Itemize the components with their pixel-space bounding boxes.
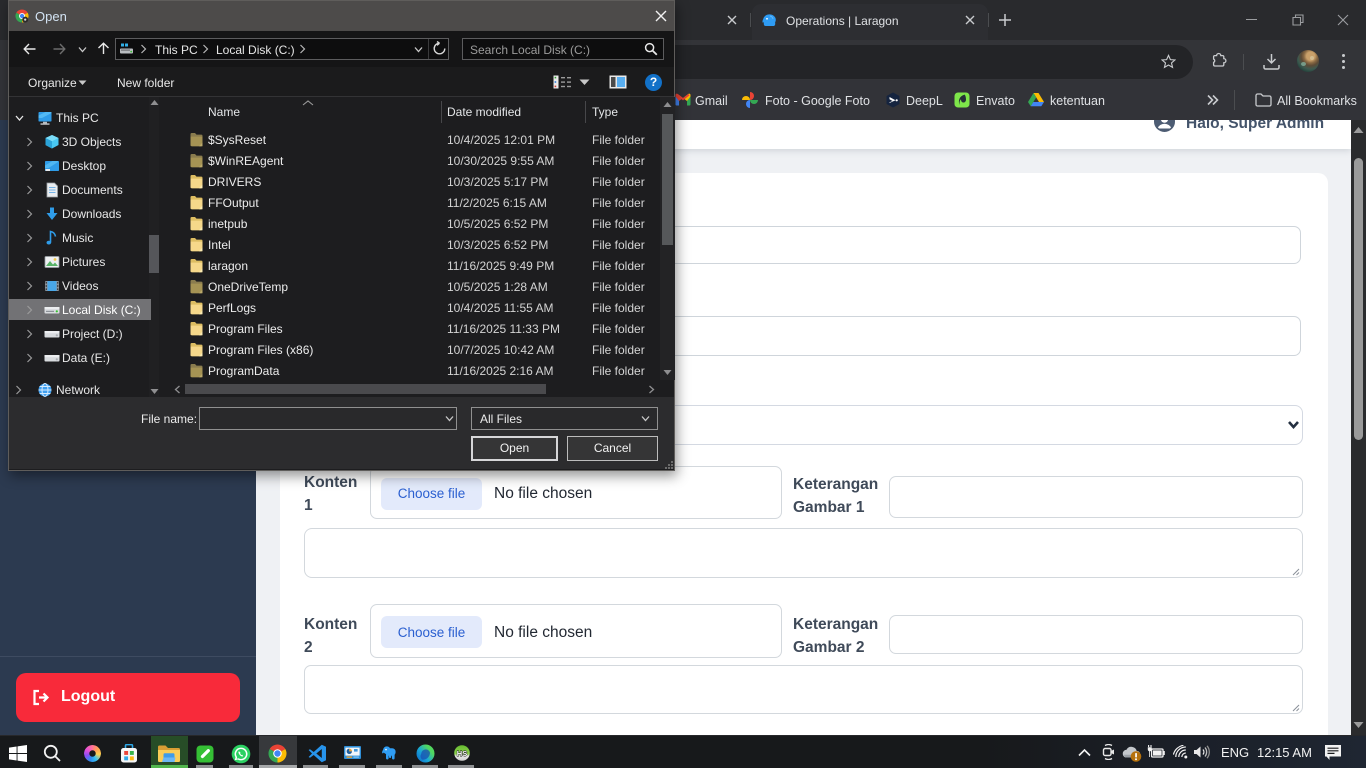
svg-text:HS: HS [457,749,467,758]
